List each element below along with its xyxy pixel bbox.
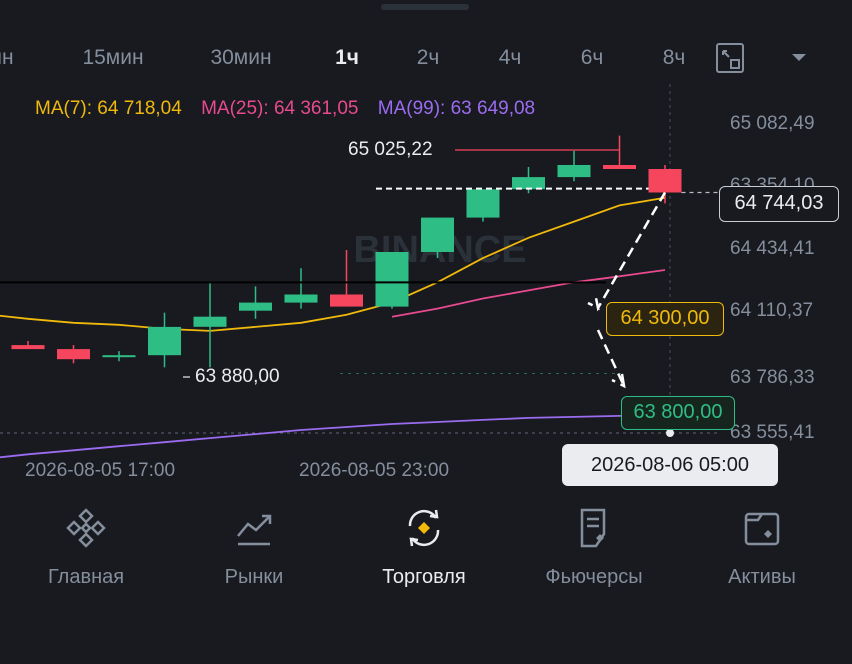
wallet-icon [744, 512, 780, 546]
candle-body [57, 349, 90, 360]
chevron-down-icon[interactable] [788, 46, 810, 68]
high-price-label: 65 025,22 [348, 139, 433, 160]
candle-body [239, 302, 272, 311]
price-axis-tick: 63 786,33 [730, 367, 815, 388]
futures-document-icon [580, 508, 606, 548]
timeframe-tab-1h[interactable]: 1ч [335, 46, 359, 70]
nav-label: Рынки [224, 566, 284, 588]
timeframe-tab-4h[interactable]: 4ч [499, 46, 522, 70]
chart-overlays [0, 149, 718, 437]
candle-body [466, 189, 500, 218]
trade-swap-icon [408, 509, 440, 547]
candle-body [512, 177, 545, 190]
timeframe-tab-2h[interactable]: 2ч [417, 46, 440, 70]
candle-body [148, 326, 181, 356]
binance-logo-icon [66, 508, 106, 548]
candle-body [421, 217, 454, 252]
price-axis-tick: 64 434,41 [730, 238, 815, 259]
chart-settings-icon[interactable] [715, 42, 745, 74]
nav-label: Фьючерсы [545, 566, 643, 588]
candle-body [648, 169, 682, 193]
candle-body [11, 345, 45, 350]
crosshair-time-label: 2026-08-06 05:00 [562, 444, 778, 486]
timeframe-tab-15m[interactable]: 15мин [82, 46, 143, 70]
timeframe-bar: нн 15мин 30мин 1ч 2ч 4ч 6ч 8ч [0, 36, 852, 84]
time-axis-label: 2026-08-05 23:00 [299, 460, 450, 481]
price-axis-tick: 65 082,49 [730, 113, 815, 134]
candle-body [102, 355, 136, 358]
bottom-navigation: Главная Рынки Торговля Фьючерсы Активы [0, 496, 852, 664]
current-price-tag: 64 744,03 [719, 186, 839, 222]
nav-item-futures[interactable]: Фьючерсы [514, 496, 674, 596]
timeframe-tab[interactable]: нн [0, 46, 14, 70]
candle-body [284, 294, 318, 303]
low-price-label: 63 880,00 [195, 366, 280, 387]
order-line-tag-yellow[interactable]: 64 300,00 [606, 302, 724, 336]
ma7-line [0, 196, 666, 332]
candle-body [603, 165, 636, 169]
nav-item-trade[interactable]: Торговля [344, 496, 504, 596]
price-axis-tick: 63 555,41 [730, 422, 815, 443]
projection-arrow-2 [596, 329, 626, 389]
candle-body [375, 252, 409, 307]
nav-label: Торговля [382, 566, 466, 588]
ma-lines [0, 196, 666, 459]
timeframe-tab-30m[interactable]: 30мин [210, 46, 271, 70]
market-chart-icon [237, 514, 272, 546]
time-axis-label: 2026-08-05 17:00 [25, 460, 176, 481]
projection-arrow-1 [587, 191, 667, 312]
timeframe-tab-6h[interactable]: 6ч [581, 46, 604, 70]
nav-item-markets[interactable]: Рынки [174, 496, 334, 596]
timeframe-tab-8h[interactable]: 8ч [663, 46, 686, 70]
nav-label: Главная [47, 566, 125, 588]
nav-item-assets[interactable]: Активы [682, 496, 842, 596]
order-line-tag-green[interactable]: 63 800,00 [621, 396, 735, 430]
nav-label: Активы [728, 566, 796, 588]
nav-item-home[interactable]: Главная [6, 496, 166, 596]
crosshair-point [666, 429, 674, 437]
candle-body [330, 294, 363, 307]
candle-body [193, 316, 227, 327]
candle-body [557, 165, 591, 178]
sheet-drag-handle[interactable] [381, 4, 469, 10]
price-axis-tick: 64 110,37 [730, 300, 814, 321]
candles [11, 135, 682, 368]
